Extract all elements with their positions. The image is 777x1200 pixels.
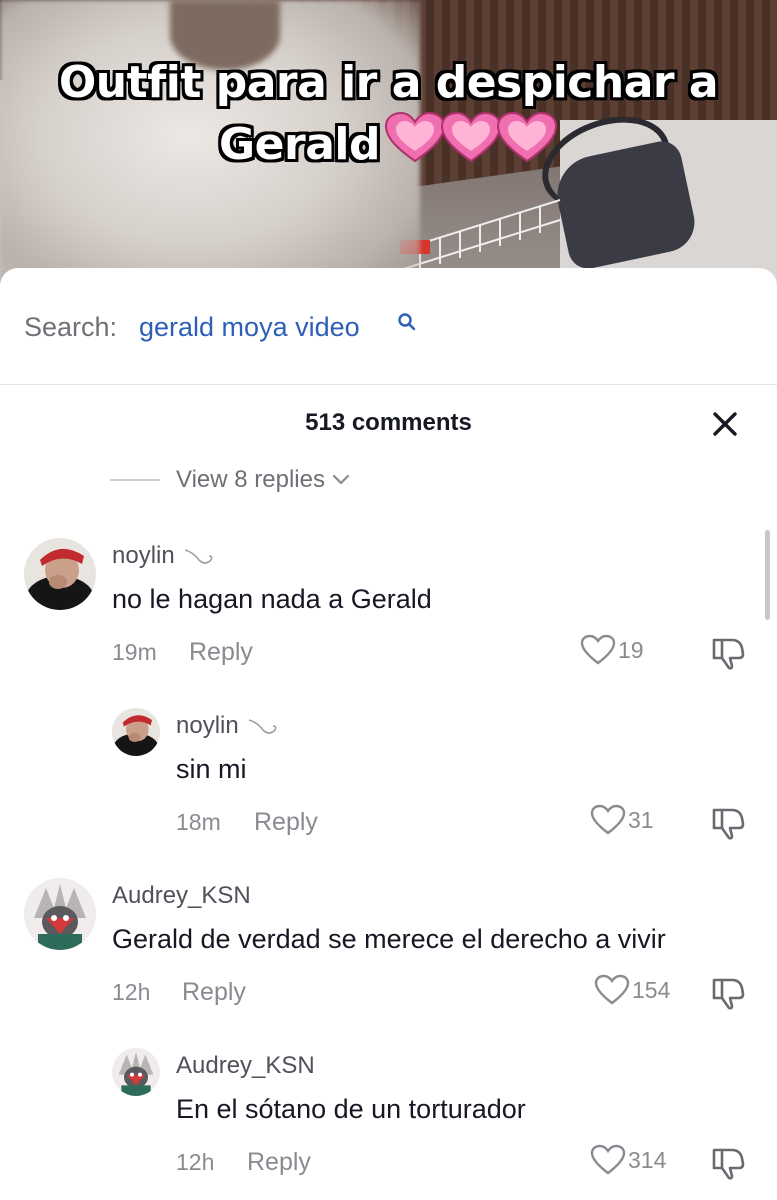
reply-button[interactable]: Reply [189, 638, 253, 667]
comment-time: 19m [112, 639, 157, 665]
heart-emoji-group [384, 111, 558, 177]
heart-outline-icon [590, 804, 626, 835]
search-label: Search: [24, 312, 118, 342]
video-rack [400, 199, 561, 271]
search-icon[interactable] [397, 312, 417, 334]
comment-text: no le hagan nada a Gerald [112, 584, 432, 614]
view-replies-label: View 8 replies [176, 466, 325, 493]
view-replies-button[interactable]: View 8 replies [110, 464, 351, 496]
comment-time: 12h [112, 979, 151, 1005]
like-button[interactable]: 314 [590, 1144, 666, 1176]
avatar[interactable] [24, 878, 96, 950]
avatar[interactable] [24, 538, 96, 610]
search-query-link[interactable]: gerald moya video [139, 312, 360, 343]
comment-username[interactable]: noylin [176, 712, 279, 740]
dislike-icon[interactable] [710, 976, 746, 1010]
close-icon[interactable] [707, 406, 743, 442]
pin-swirl-icon [248, 718, 277, 734]
heart-outline-icon [594, 974, 630, 1005]
comment-text: sin mi [176, 754, 247, 784]
comment-username[interactable]: noylin [112, 542, 215, 570]
like-button[interactable]: 19 [580, 634, 644, 666]
avatar[interactable] [112, 708, 160, 756]
chevron-down-icon [332, 474, 350, 485]
comment-username[interactable]: Audrey_KSN [176, 1052, 315, 1080]
video-preview[interactable]: Outfit para ir a despichar a Gerald [0, 0, 777, 300]
like-count: 314 [628, 1146, 667, 1173]
username-text: noylin [112, 542, 175, 569]
scrollbar[interactable] [765, 530, 770, 620]
heart-outline-icon [590, 1144, 626, 1175]
heart-icon [496, 111, 557, 163]
like-button[interactable]: 31 [590, 804, 654, 836]
reply-button[interactable]: Reply [247, 1148, 311, 1177]
comments-count-title: 513 comments [305, 409, 472, 436]
like-count: 19 [618, 636, 644, 663]
like-button[interactable]: 154 [594, 974, 670, 1006]
comment-text: Gerald de verdad se merece el derecho a … [112, 924, 666, 954]
username-text: Audrey_KSN [176, 1052, 315, 1079]
comments-sheet: Search: gerald moya video 513 comments V… [0, 268, 777, 1200]
pin-swirl-icon [184, 548, 213, 564]
comment-text: En el sótano de un torturador [176, 1094, 526, 1124]
reply-button[interactable]: Reply [254, 808, 318, 837]
like-count: 31 [628, 806, 654, 833]
video-caption-line2: Gerald [219, 119, 380, 170]
reply-button[interactable]: Reply [182, 978, 246, 1007]
heart-icon [384, 111, 445, 163]
comment-time: 18m [176, 809, 221, 835]
video-caption-line1: Outfit para ir a despichar a [58, 57, 719, 108]
comment-time: 12h [176, 1149, 215, 1175]
like-count: 154 [632, 976, 671, 1003]
heart-outline-icon [580, 634, 616, 665]
divider [110, 479, 160, 481]
username-text: noylin [176, 712, 239, 739]
video-caption: Outfit para ir a despichar a Gerald [0, 55, 777, 177]
comment-username[interactable]: Audrey_KSN [112, 882, 251, 910]
dislike-icon[interactable] [710, 806, 746, 840]
avatar[interactable] [112, 1048, 160, 1096]
heart-icon [440, 111, 501, 163]
dislike-icon[interactable] [710, 1146, 746, 1180]
search-suggestion-bar[interactable]: Search: gerald moya video [0, 268, 777, 385]
username-text: Audrey_KSN [112, 882, 251, 909]
dislike-icon[interactable] [710, 636, 746, 670]
